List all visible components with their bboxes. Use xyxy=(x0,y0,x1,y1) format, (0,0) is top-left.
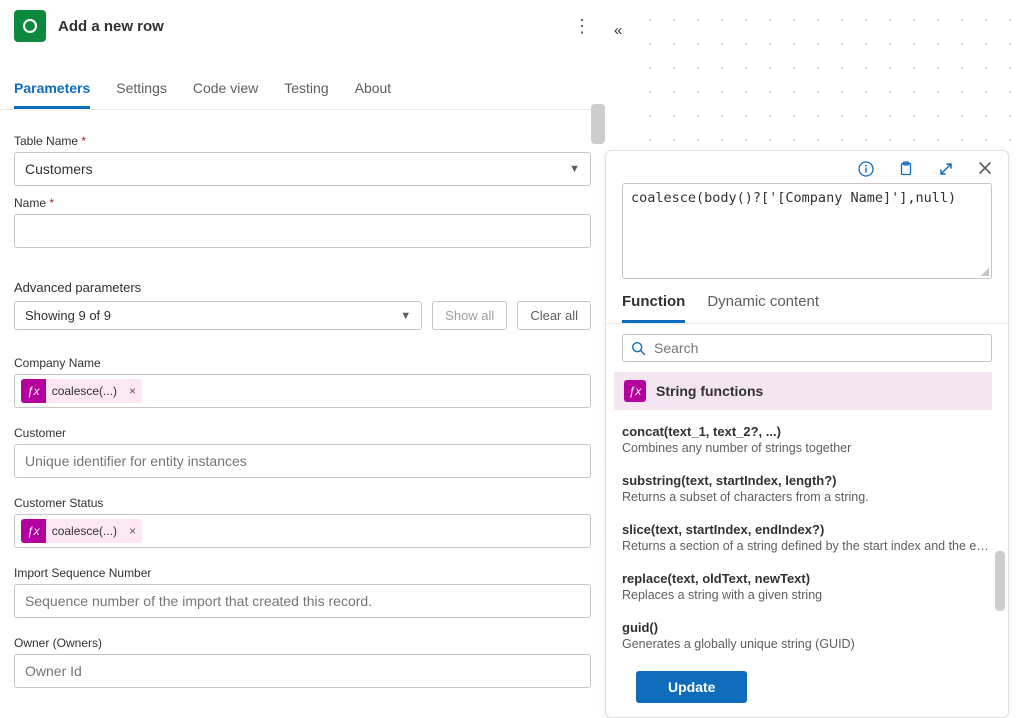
customer-label: Customer xyxy=(14,426,591,440)
table-name-select[interactable]: Customers ▼ xyxy=(14,152,591,186)
function-category-header[interactable]: ƒx String functions xyxy=(614,372,992,410)
function-signature: substring(text, startIndex, length?) xyxy=(622,473,992,488)
company-name-input[interactable]: ƒx coalesce(...) × xyxy=(14,374,591,408)
company-name-label: Company Name xyxy=(14,356,591,370)
canvas-dots xyxy=(630,0,1024,150)
advanced-summary-select[interactable]: Showing 9 of 9 ▼ xyxy=(14,301,422,330)
required-indicator: * xyxy=(49,196,54,210)
fx-icon: ƒx xyxy=(21,379,46,403)
function-item[interactable]: substring(text, startIndex, length?) Ret… xyxy=(622,465,992,514)
config-tabs: Parameters Settings Code view Testing Ab… xyxy=(0,72,605,110)
advanced-summary-text: Showing 9 of 9 xyxy=(25,308,111,323)
expression-footer: Update xyxy=(606,659,1008,717)
expression-text: coalesce(body()?['[Company Name]'],null) xyxy=(631,190,956,206)
expression-panel-toolbar xyxy=(606,151,1008,183)
owner-label: Owner (Owners) xyxy=(14,636,591,650)
expression-tabs: Function Dynamic content xyxy=(606,279,1008,324)
tab-function[interactable]: Function xyxy=(622,293,685,323)
chevron-down-icon: ▼ xyxy=(400,310,411,322)
function-item[interactable]: guid() Generates a globally unique strin… xyxy=(622,612,992,659)
tab-about[interactable]: About xyxy=(355,72,392,109)
fx-icon: ƒx xyxy=(624,380,646,402)
token-text: coalesce(...) xyxy=(46,384,123,398)
function-item[interactable]: concat(text_1, text_2?, ...) Combines an… xyxy=(622,416,992,465)
remove-token-icon[interactable]: × xyxy=(123,524,142,538)
function-item[interactable]: replace(text, oldText, newText) Replaces… xyxy=(622,563,992,612)
action-config-pane: Add a new row ⋮ « Parameters Settings Co… xyxy=(0,0,605,718)
tab-code-view[interactable]: Code view xyxy=(193,72,258,109)
action-header: Add a new row ⋮ xyxy=(0,0,605,52)
update-button[interactable]: Update xyxy=(636,671,747,703)
expand-icon[interactable] xyxy=(938,161,954,177)
collapse-panel-icon[interactable]: « xyxy=(614,22,622,39)
chevron-down-icon: ▼ xyxy=(569,163,580,175)
name-label: Name * xyxy=(14,196,591,210)
advanced-parameters-label: Advanced parameters xyxy=(14,280,591,295)
scrollbar-thumb[interactable] xyxy=(591,104,605,144)
function-search[interactable] xyxy=(622,334,992,362)
import-seq-label: Import Sequence Number xyxy=(14,566,591,580)
tab-testing[interactable]: Testing xyxy=(284,72,328,109)
table-name-label: Table Name * xyxy=(14,134,591,148)
function-item[interactable]: slice(text, startIndex, endIndex?) Retur… xyxy=(622,514,992,563)
category-label: String functions xyxy=(656,383,763,399)
function-list: concat(text_1, text_2?, ...) Combines an… xyxy=(606,410,1008,659)
customer-status-label: Customer Status xyxy=(14,496,591,510)
fx-icon: ƒx xyxy=(21,519,46,543)
function-description: Returns a subset of characters from a st… xyxy=(622,490,992,504)
search-icon xyxy=(631,341,646,356)
parameters-form: Table Name * Customers ▼ Name * Advanced… xyxy=(0,110,605,688)
name-input[interactable] xyxy=(14,214,591,248)
expression-token[interactable]: ƒx coalesce(...) × xyxy=(21,379,142,403)
import-seq-field[interactable] xyxy=(25,593,580,609)
customer-input[interactable] xyxy=(14,444,591,478)
function-description: Replaces a string with a given string xyxy=(622,588,992,602)
token-text: coalesce(...) xyxy=(46,524,123,538)
table-name-value: Customers xyxy=(25,161,93,177)
function-signature: replace(text, oldText, newText) xyxy=(622,571,992,586)
required-indicator: * xyxy=(81,134,86,148)
clear-all-button[interactable]: Clear all xyxy=(517,301,591,330)
function-signature: guid() xyxy=(622,620,992,635)
name-field[interactable] xyxy=(25,223,580,239)
tab-settings[interactable]: Settings xyxy=(116,72,167,109)
dataverse-icon xyxy=(14,10,46,42)
close-icon[interactable] xyxy=(978,161,992,177)
function-search-input[interactable] xyxy=(654,340,983,356)
expression-token[interactable]: ƒx coalesce(...) × xyxy=(21,519,142,543)
remove-token-icon[interactable]: × xyxy=(123,384,142,398)
more-menu-icon[interactable]: ⋮ xyxy=(573,16,591,37)
import-seq-input[interactable] xyxy=(14,584,591,618)
function-signature: concat(text_1, text_2?, ...) xyxy=(622,424,992,439)
expression-textarea[interactable]: coalesce(body()?['[Company Name]'],null) xyxy=(622,183,992,279)
advanced-parameters-row: Showing 9 of 9 ▼ Show all Clear all xyxy=(14,301,591,330)
action-title: Add a new row xyxy=(58,18,561,35)
scrollbar-thumb[interactable] xyxy=(995,551,1005,611)
tab-dynamic-content[interactable]: Dynamic content xyxy=(707,293,819,323)
function-description: Returns a section of a string defined by… xyxy=(622,539,992,553)
show-all-button[interactable]: Show all xyxy=(432,301,507,330)
customer-status-input[interactable]: ƒx coalesce(...) × xyxy=(14,514,591,548)
function-signature: slice(text, startIndex, endIndex?) xyxy=(622,522,992,537)
tab-parameters[interactable]: Parameters xyxy=(14,72,90,109)
function-description: Combines any number of strings together xyxy=(622,441,992,455)
owner-input[interactable] xyxy=(14,654,591,688)
function-description: Generates a globally unique string (GUID… xyxy=(622,637,992,651)
info-icon[interactable] xyxy=(858,161,874,177)
expression-editor-panel: coalesce(body()?['[Company Name]'],null)… xyxy=(605,150,1009,718)
customer-field[interactable] xyxy=(25,453,580,469)
clipboard-icon[interactable] xyxy=(898,161,914,177)
owner-field[interactable] xyxy=(25,663,580,679)
